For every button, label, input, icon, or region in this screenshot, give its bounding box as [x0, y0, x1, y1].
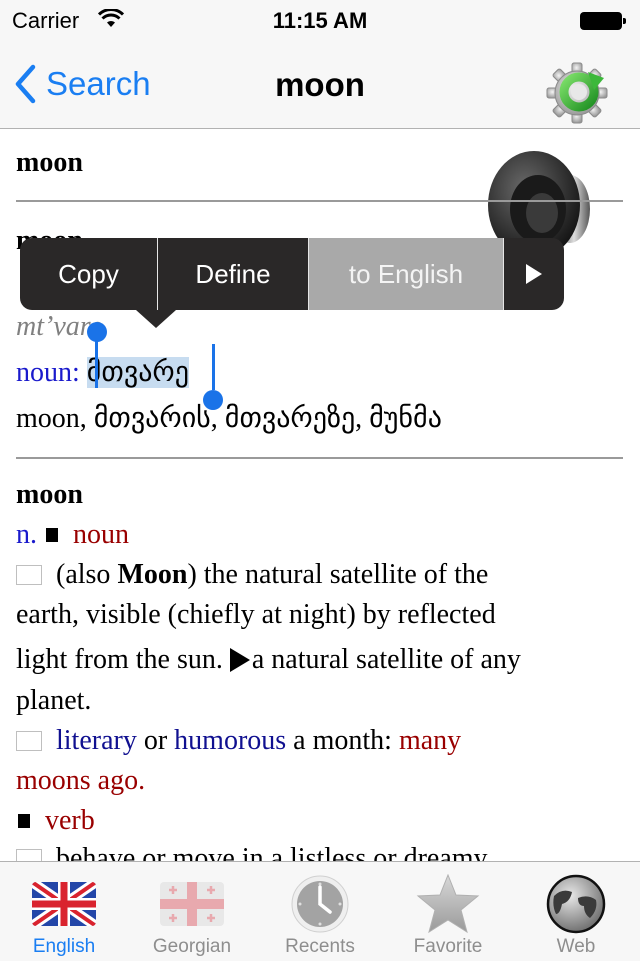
pos-line: verb — [16, 805, 95, 837]
tab-english[interactable]: English — [0, 862, 128, 961]
tab-label: Georgian — [152, 936, 232, 957]
uk-flag-icon — [32, 882, 96, 926]
tab-label: Web — [556, 936, 596, 957]
example-text: moons ago. — [16, 765, 146, 796]
part-of-speech: noun: — [16, 357, 80, 388]
divider — [16, 200, 623, 202]
divider — [16, 457, 623, 459]
translation-line: noun: მთვარე — [16, 355, 189, 389]
tab-label: Favorite — [413, 936, 483, 957]
tab-label: English — [32, 936, 96, 957]
definition-1: (also Moon) the natural satellite of the — [0, 559, 488, 591]
checkbox-icon — [16, 564, 42, 585]
triangle-right-icon — [526, 264, 542, 284]
menu-copy[interactable]: Copy — [20, 238, 157, 310]
pos-abbreviation: n. — [16, 519, 37, 550]
tab-label: Recents — [285, 936, 355, 957]
example-text: many — [398, 725, 462, 756]
register-label: literary — [56, 725, 137, 756]
definition-2: literary or humorous a month: many — [0, 725, 461, 757]
definition-3: behave or move in a listless or dreamy — [0, 843, 488, 861]
checkbox-icon — [16, 848, 42, 861]
headword: moon — [16, 147, 83, 178]
bullet-square-icon — [46, 527, 58, 542]
context-menu: Copy Define to English — [20, 238, 564, 310]
navigation-bar: Search moon — [0, 40, 640, 129]
triangle-right-icon — [229, 647, 250, 672]
context-menu-pointer — [136, 310, 176, 328]
text: (also — [56, 559, 118, 590]
word-forms: moon, მთვარის, მთვარეზე, მუნმა — [16, 403, 442, 434]
text: a month: — [286, 725, 399, 756]
text: or — [136, 725, 175, 756]
battery-icon — [580, 12, 626, 30]
definition-1-line-4: planet. — [16, 685, 92, 716]
menu-define[interactable]: Define — [157, 238, 308, 310]
text: behave or move in a listless or dreamy — [56, 843, 488, 861]
text: light from the sun. — [16, 644, 230, 675]
selected-text[interactable]: მთვარე — [86, 357, 189, 388]
register-label: humorous — [174, 725, 287, 756]
clock-icon — [291, 875, 349, 933]
definition-1-line-3: light from the sun. a natural satellite … — [16, 644, 521, 676]
bold-text: Moon — [117, 559, 188, 590]
pos-noun: noun — [73, 519, 129, 550]
tab-recents[interactable]: Recents — [256, 862, 384, 961]
gear-refresh-icon[interactable] — [544, 60, 610, 126]
star-icon — [416, 874, 480, 934]
tab-web[interactable]: Web — [512, 862, 640, 961]
checkbox-icon — [16, 730, 42, 751]
bullet-square-icon — [18, 813, 30, 828]
pos-line: n. noun — [16, 519, 129, 551]
tab-georgian[interactable]: Georgian — [128, 862, 256, 961]
georgia-flag-icon — [160, 882, 224, 926]
status-bar: Carrier 11:15 AM — [0, 0, 640, 40]
menu-to-english[interactable]: to English — [308, 238, 503, 310]
selection-end-handle[interactable] — [203, 390, 223, 410]
menu-more-button[interactable] — [503, 238, 564, 310]
tab-favorite[interactable]: Favorite — [384, 862, 512, 961]
clock-time: 11:15 AM — [272, 8, 368, 33]
tab-bar: English Georgian Recents Favorite Web — [0, 861, 640, 961]
headword: moon — [16, 479, 83, 510]
selection-start-bar — [95, 338, 98, 388]
definition-1-line-2: earth, visible (chiefly at night) by ref… — [16, 599, 496, 630]
text: ) the natural satellite of the — [187, 559, 489, 590]
pos-verb: verb — [45, 805, 95, 836]
globe-icon — [546, 874, 606, 934]
text: a natural satellite of any — [251, 644, 521, 675]
selection-end-bar — [212, 344, 215, 390]
